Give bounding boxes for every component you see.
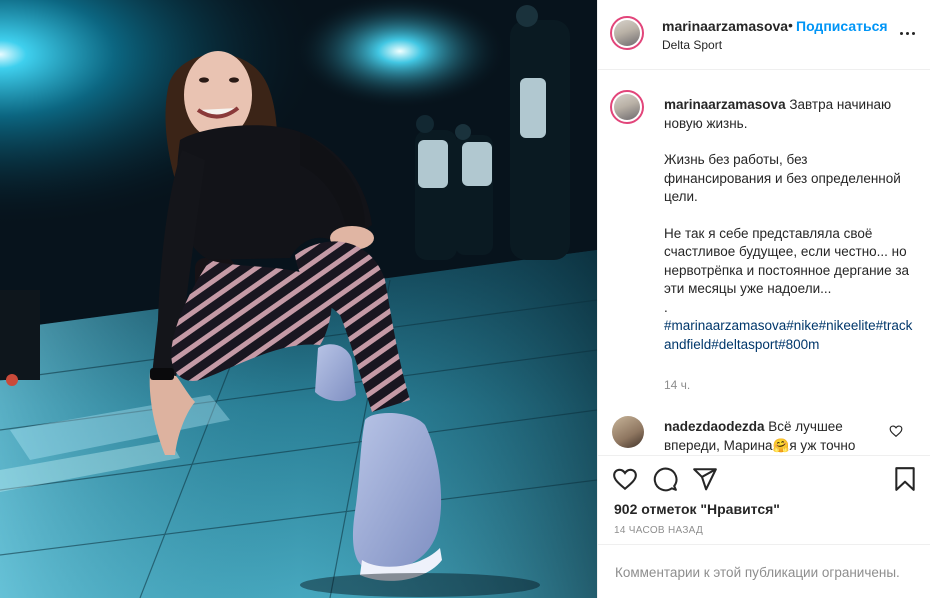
comment-username[interactable]: nadezdaodezda <box>664 419 765 434</box>
caption-timestamp[interactable]: 14 ч. <box>664 378 690 392</box>
more-options-icon[interactable] <box>898 26 918 40</box>
comments-section: marinaarzamasova Завтра начинаю новую жи… <box>598 70 930 455</box>
post-location[interactable]: Delta Sport <box>662 38 722 52</box>
caption-hashtags[interactable]: #marinaarzamasova#nike#nikeelite#trackan… <box>664 317 914 354</box>
comments-footer: Комментарии к этой публикации ограничены… <box>598 544 930 598</box>
post-container: marinaarzamasova • Подписаться Delta Spo… <box>0 0 930 598</box>
post-image <box>0 0 597 598</box>
author-username[interactable]: marinaarzamasova <box>662 18 788 34</box>
comment-icon[interactable] <box>652 466 678 492</box>
post-caption: marinaarzamasova Завтра начинаю новую жи… <box>664 96 914 354</box>
follow-button[interactable]: Подписаться <box>796 18 888 34</box>
bookmark-icon[interactable] <box>892 466 918 492</box>
heart-icon[interactable] <box>612 466 638 492</box>
caption-username[interactable]: marinaarzamasova <box>664 97 786 112</box>
post-time-ago[interactable]: 14 ЧАСОВ НАЗАД <box>614 525 703 536</box>
action-bar: 902 отметок "Нравится" 14 ЧАСОВ НАЗАД <box>598 455 930 545</box>
caption-dot: . <box>664 299 668 315</box>
likes-count[interactable]: 902 отметок "Нравится" <box>614 501 780 517</box>
separator-dot: • <box>788 17 793 33</box>
caption-paragraph: Жизнь без работы, без финансирования и б… <box>664 152 901 204</box>
post-header: marinaarzamasova • Подписаться Delta Spo… <box>598 0 930 70</box>
post-photo[interactable] <box>0 0 597 598</box>
comments-limited-notice: Комментарии к этой публикации ограничены… <box>615 565 900 580</box>
author-avatar[interactable] <box>610 16 644 50</box>
commenter-avatar[interactable] <box>612 416 644 448</box>
comment-item: nadezdaodezda Всё лучшее впереди, Марина… <box>664 417 889 455</box>
post-sidebar: marinaarzamasova • Подписаться Delta Spo… <box>597 0 930 598</box>
caption-avatar[interactable] <box>610 90 644 124</box>
share-icon[interactable] <box>692 466 718 492</box>
caption-paragraph: Не так я себе представляла своё счастлив… <box>664 225 910 297</box>
comment-like-heart-icon[interactable] <box>889 424 903 438</box>
